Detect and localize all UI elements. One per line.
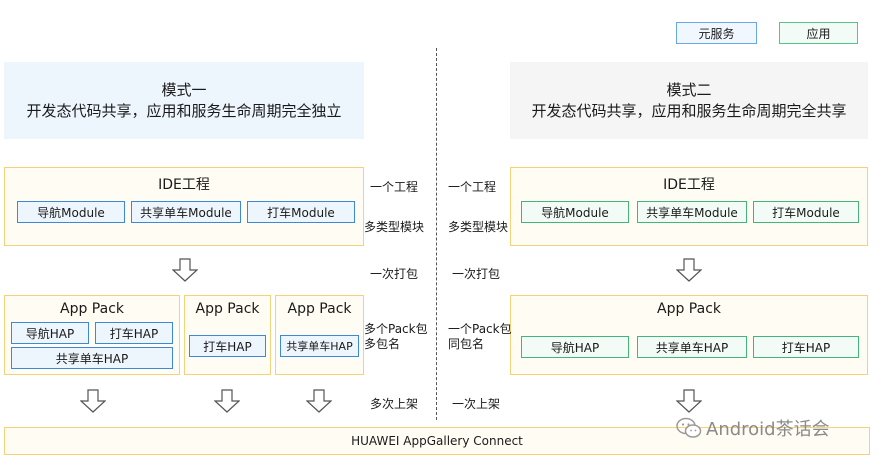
mode1-app-pack-2: App Pack 打车HAP: [184, 295, 271, 375]
mode1-pack3-title: App Pack: [287, 301, 352, 317]
arrow-down-icon: [172, 258, 198, 282]
mode1-label-one-project: 一个工程: [370, 180, 419, 194]
arrow-down-icon: [676, 389, 702, 413]
mode1-module-bike: 共享单车Module: [131, 201, 241, 223]
mode2-label-same-pkgname: 同包名: [448, 337, 485, 351]
mode2-label-one-project: 一个工程: [448, 180, 497, 194]
legend-atomic-service: 元服务: [676, 22, 757, 44]
mode2-description: 开发态代码共享，应用和服务生命周期完全共享: [531, 101, 847, 120]
arrow-down-icon: [80, 389, 106, 413]
mode2-label-multi-module: 多类型模块: [448, 220, 509, 234]
mode2-hap-nav: 导航HAP: [521, 336, 629, 358]
mode-divider: [436, 48, 437, 420]
mode2-label-one-build: 一次打包: [452, 267, 501, 281]
mode1-pack1-hap-nav: 导航HAP: [11, 322, 89, 344]
mode1-module-taxi: 打车Module: [247, 201, 355, 223]
mode2-ide-title: IDE工程: [663, 177, 715, 193]
mode2-header: 模式二 开发态代码共享，应用和服务生命周期完全共享: [510, 62, 868, 139]
legend-application: 应用: [779, 22, 858, 44]
watermark-text: Android茶话会: [706, 419, 830, 440]
mode2-title: 模式二: [666, 80, 712, 99]
mode2-hap-bike: 共享单车HAP: [637, 336, 747, 358]
mode1-app-pack-3: App Pack 共享单车HAP: [275, 295, 364, 375]
arrow-down-icon: [676, 258, 702, 282]
mode1-ide-title: IDE工程: [158, 177, 210, 193]
mode1-pack1-hap-bike: 共享单车HAP: [11, 347, 173, 369]
mode2-hap-taxi: 打车HAP: [753, 336, 859, 358]
mode1-ide-project: IDE工程 导航Module 共享单车Module 打车Module: [4, 167, 364, 246]
mode1-pack1-title: App Pack: [60, 301, 124, 317]
mode1-description: 开发态代码共享，应用和服务生命周期完全独立: [26, 101, 342, 120]
mode1-label-multi-release: 多次上架: [370, 397, 419, 411]
arrow-down-icon: [306, 389, 332, 413]
mode1-pack2-hap-taxi: 打车HAP: [189, 335, 266, 357]
wechat-icon: [676, 417, 702, 438]
mode2-module-bike: 共享单车Module: [637, 201, 747, 223]
mode2-module-taxi: 打车Module: [753, 201, 859, 223]
mode2-label-one-pack: 一个Pack包: [448, 322, 512, 336]
mode1-pack2-title: App Pack: [195, 301, 260, 317]
mode1-header: 模式一 开发态代码共享，应用和服务生命周期完全独立: [4, 62, 364, 139]
mode2-label-one-release: 一次上架: [452, 397, 501, 411]
mode2-app-pack: App Pack 导航HAP 共享单车HAP 打车HAP: [510, 295, 868, 375]
mode1-label-multi-pkgname: 多包名: [364, 337, 401, 351]
mode2-pack-title: App Pack: [657, 301, 721, 317]
mode1-label-one-build: 一次打包: [370, 267, 419, 281]
mode1-pack3-hap-bike: 共享单车HAP: [280, 335, 359, 357]
mode1-module-nav: 导航Module: [17, 201, 125, 223]
mode2-module-nav: 导航Module: [521, 201, 629, 223]
mode2-ide-project: IDE工程 导航Module 共享单车Module 打车Module: [510, 167, 868, 246]
mode1-label-multi-pack: 多个Pack包: [364, 322, 428, 336]
mode1-label-multi-module: 多类型模块: [364, 220, 425, 234]
arrow-down-icon: [214, 389, 240, 413]
mode1-pack1-hap-taxi: 打车HAP: [95, 322, 173, 344]
watermark: Android茶话会: [676, 415, 830, 441]
mode1-app-pack-1: App Pack 导航HAP 打车HAP 共享单车HAP: [4, 295, 180, 375]
mode1-title: 模式一: [161, 80, 207, 99]
